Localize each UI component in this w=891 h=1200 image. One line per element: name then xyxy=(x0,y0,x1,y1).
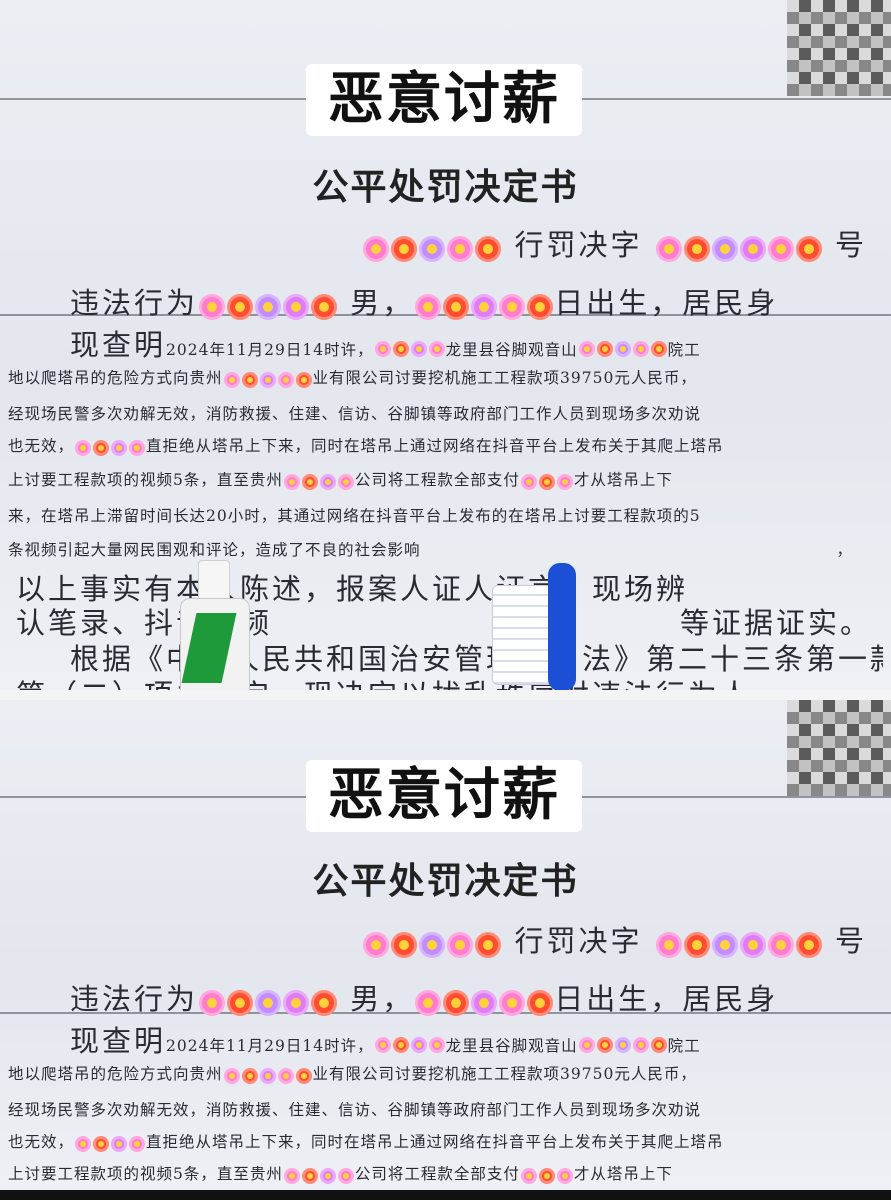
finding-text: 龙里县谷脚观音山 xyxy=(445,341,578,359)
pixelated-qr-code xyxy=(787,0,891,96)
finding-text: 也无效， xyxy=(8,1133,75,1151)
finding-text: 条视频引起大量网民围观和评论，造成了不良的社会影响 xyxy=(8,541,421,559)
pixelated-qr-code xyxy=(787,700,891,796)
violator-line: 违法行为 男， 日出生，居民身 xyxy=(70,280,883,322)
document-title: 公平处罚决定书 xyxy=(312,860,579,902)
violator-line: 违法行为 男， 日出生，居民身 xyxy=(70,976,883,1018)
finding-text: 上讨要工程款项的视频5条，直至贵州 xyxy=(8,471,283,489)
finding-line-6: 来，在塔吊上滞留时间长达20小时，其通过网络在抖音平台上发布的在塔吊上讨要工程款… xyxy=(8,507,701,525)
finding-line-4: 也无效， 直拒绝从塔吊上下来，同时在塔吊上通过网络在抖音平台上发布关于其爬上塔吊 xyxy=(8,1130,883,1152)
finding-line-7: 条视频引起大量网民围观和评论，造成了不良的社会影响 ， xyxy=(8,538,883,560)
finding-line-3: 经现场民警多次劝解无效，消防救援、住建、信访、谷脚镇等政府部门工作人员到现场多次… xyxy=(8,405,702,423)
reference-suffix: 号 xyxy=(834,228,867,262)
finding-text: 直拒绝从塔吊上下来，同时在塔吊上通过网络在抖音平台上发布关于其爬上塔吊 xyxy=(146,1133,724,1151)
headline-caption: 恶意讨薪 xyxy=(306,64,582,136)
violator-birth-text: 日出生，居民身 xyxy=(554,982,779,1016)
finding-label: 现查明 xyxy=(70,1024,167,1058)
finding-line-3: 经现场民警多次劝解无效，消防救援、住建、信访、谷脚镇等政府部门工作人员到现场多次… xyxy=(8,1101,702,1119)
finding-text: 地以爬塔吊的危险方式向贵州 xyxy=(8,369,223,387)
finding-text: ， xyxy=(836,541,853,559)
photo-divider xyxy=(0,690,891,700)
finding-text: 业有限公司讨要挖机施工工程款项39750元人民币， xyxy=(312,369,697,387)
finding-text: 才从塔吊上下 xyxy=(573,471,673,489)
violator-label: 违法行为 xyxy=(70,286,199,320)
finding-text: 直拒绝从塔吊上下来，同时在塔吊上通过网络在抖音平台上发布关于其爬上塔吊 xyxy=(146,437,724,455)
finding-line-2: 地以爬塔吊的危险方式向贵州 业有限公司讨要挖机施工工程款项39750元人民币， xyxy=(8,1062,883,1084)
finding-line-4: 也无效， 直拒绝从塔吊上下来，同时在塔吊上通过网络在抖音平台上发布关于其爬上塔吊 xyxy=(8,434,883,456)
headline-caption: 恶意讨薪 xyxy=(306,760,582,832)
finding-text: 院工 xyxy=(667,341,701,359)
document-title: 公平处罚决定书 xyxy=(312,166,579,208)
finding-text: 上讨要工程款项的视频5条，直至贵州 xyxy=(8,1165,283,1183)
violator-label: 违法行为 xyxy=(70,982,199,1016)
finding-line-1: 现查明2024年11月29日14时许， 龙里县谷脚观音山 院工 xyxy=(70,1018,883,1060)
finding-line-1: 现查明2024年11月29日14时许， 龙里县谷脚观音山 院工 xyxy=(70,322,883,364)
reference-number-line: 行罚决字 号 xyxy=(8,222,867,264)
redaction-stickers xyxy=(655,230,823,264)
reference-label: 行罚决字 xyxy=(514,924,643,958)
finding-text: 院工 xyxy=(667,1037,701,1055)
finding-text: 业有限公司讨要挖机施工工程款项39750元人民币， xyxy=(312,1065,697,1083)
finding-text: 才从塔吊上下 xyxy=(573,1165,673,1183)
redaction-stickers xyxy=(362,230,502,264)
toothbrush xyxy=(488,563,580,690)
bottom-bar xyxy=(0,1190,891,1200)
violator-gender: 男， xyxy=(350,286,415,320)
finding-label: 现查明 xyxy=(70,328,167,362)
redaction-stickers xyxy=(198,984,338,1018)
finding-text: 龙里县谷脚观音山 xyxy=(445,1037,578,1055)
reference-number-line: 行罚决字 号 xyxy=(8,918,867,960)
finding-line-5: 上讨要工程款项的视频5条，直至贵州 公司将工程款全部支付 才从塔吊上下 xyxy=(8,1162,883,1184)
finding-line-5: 上讨要工程款项的视频5条，直至贵州 公司将工程款全部支付 才从塔吊上下 xyxy=(8,468,883,490)
redaction-stickers xyxy=(414,984,554,1018)
reference-suffix: 号 xyxy=(834,924,867,958)
finding-text: 公司将工程款全部支付 xyxy=(354,471,520,489)
document-photo-bottom: 恶意讨薪 公平处罚决定书 行罚决字 号 违法行为 男， 日出生，居民身 现查明20… xyxy=(0,700,891,1190)
toothpaste-tube xyxy=(176,560,256,690)
redaction-stickers xyxy=(655,926,823,960)
redaction-stickers xyxy=(362,926,502,960)
redaction-stickers xyxy=(198,288,338,322)
finding-text: 2024年11月29日14时许， xyxy=(166,341,374,359)
violator-birth-text: 日出生，居民身 xyxy=(554,286,779,320)
document-photo-top: 恶意讨薪 公平处罚决定书 行罚决字 号 违法行为 男， 日出生，居民身 现查明20… xyxy=(0,0,891,690)
finding-text: 地以爬塔吊的危险方式向贵州 xyxy=(8,1065,223,1083)
finding-text: 公司将工程款全部支付 xyxy=(354,1165,520,1183)
redaction-stickers xyxy=(414,288,554,322)
violator-gender: 男， xyxy=(350,982,415,1016)
finding-line-2: 地以爬塔吊的危险方式向贵州 业有限公司讨要挖机施工工程款项39750元人民币， xyxy=(8,366,883,388)
finding-text: 也无效， xyxy=(8,437,75,455)
basis-line-2: 第（二）项之规定，现决定以扰乱秩序对违法行为人 xyxy=(16,672,883,690)
reference-label: 行罚决字 xyxy=(514,228,643,262)
finding-text: 2024年11月29日14时许， xyxy=(166,1037,374,1055)
